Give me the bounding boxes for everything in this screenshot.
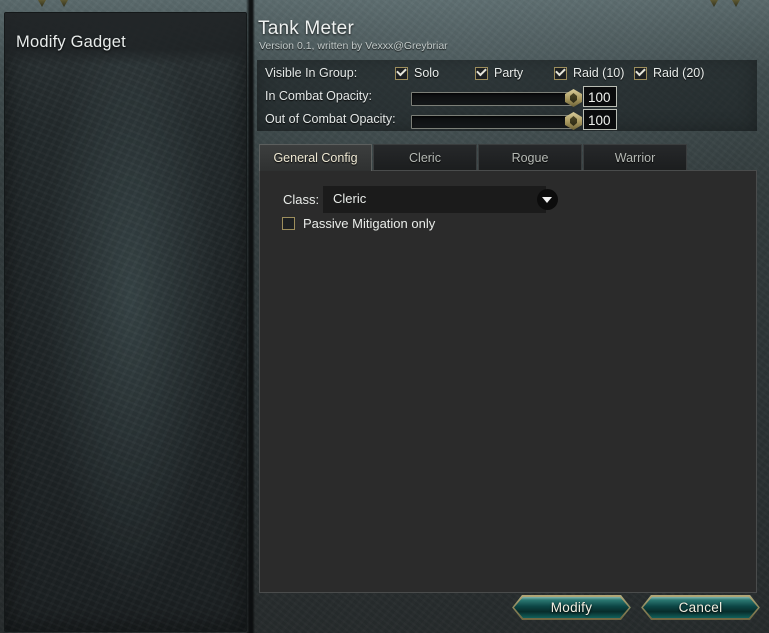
modify-gadget-window: Modify Gadget Tank Meter Version 0.1, wr… xyxy=(0,0,769,633)
checkbox-raid-10[interactable]: Raid (10) xyxy=(554,66,624,80)
gadget-config-pane: Tank Meter Version 0.1, written by Vexxx… xyxy=(255,0,769,633)
checkbox-passive-mitigation-label: Passive Mitigation only xyxy=(303,216,436,231)
in-combat-opacity-label: In Combat Opacity: xyxy=(265,89,372,103)
checkbox-party[interactable]: Party xyxy=(475,66,523,80)
class-dropdown[interactable]: Cleric xyxy=(323,186,558,213)
checkbox-passive-mitigation[interactable]: Passive Mitigation only xyxy=(282,216,435,231)
tab-content-general-config: Class: Cleric Passive Mitigation only xyxy=(259,170,757,593)
chevron-down-icon[interactable] xyxy=(537,189,558,210)
page-title: Modify Gadget xyxy=(16,33,126,51)
tab-rogue[interactable]: Rogue xyxy=(478,144,582,171)
cancel-button[interactable]: Cancel xyxy=(641,595,760,620)
tab-general-config[interactable]: General Config xyxy=(259,144,372,171)
out-of-combat-opacity-slider-handle[interactable] xyxy=(565,112,582,130)
checkbox-solo[interactable]: Solo xyxy=(395,66,439,80)
modify-button-label: Modify xyxy=(550,600,593,615)
in-combat-opacity-value[interactable]: 100 xyxy=(583,86,617,107)
class-label: Class: xyxy=(283,192,320,207)
checkbox-raid-20-box[interactable] xyxy=(634,66,647,80)
out-of-combat-opacity-value[interactable]: 100 xyxy=(583,109,617,130)
checkbox-raid-10-label: Raid (10) xyxy=(573,66,625,80)
checkbox-passive-mitigation-box[interactable] xyxy=(282,217,295,230)
checkbox-solo-label: Solo xyxy=(414,66,440,80)
modify-button[interactable]: Modify xyxy=(512,595,631,620)
gadget-list-panel[interactable]: Modify Gadget xyxy=(4,12,247,632)
checkbox-party-label: Party xyxy=(494,66,524,80)
cancel-button-label: Cancel xyxy=(678,600,723,615)
in-combat-opacity-slider[interactable] xyxy=(411,89,582,107)
checkbox-raid-20-label: Raid (20) xyxy=(653,66,705,80)
addon-version: Version 0.1, written by Vexxx@Greybriar xyxy=(259,40,448,52)
in-combat-opacity-slider-handle[interactable] xyxy=(565,89,582,107)
checkbox-raid-20[interactable]: Raid (20) xyxy=(634,66,704,80)
out-of-combat-opacity-label: Out of Combat Opacity: xyxy=(265,112,396,126)
checkbox-solo-box[interactable] xyxy=(395,66,408,80)
ornament-icon xyxy=(56,0,72,7)
visible-in-group-label: Visible In Group: xyxy=(265,66,358,80)
visible-in-group-row: Visible In Group: Solo Party Raid (10) R… xyxy=(257,63,757,86)
panel-divider xyxy=(246,0,255,633)
checkbox-raid-10-box[interactable] xyxy=(554,66,567,80)
checkbox-party-box[interactable] xyxy=(475,66,488,80)
out-of-combat-opacity-row: Out of Combat Opacity: 100 xyxy=(257,109,757,132)
class-dropdown-value: Cleric xyxy=(333,191,367,206)
addon-title: Tank Meter xyxy=(258,18,354,39)
ornament-icon xyxy=(34,0,50,7)
global-settings-box: Visible In Group: Solo Party Raid (10) R… xyxy=(257,60,757,131)
tab-cleric[interactable]: Cleric xyxy=(373,144,477,171)
in-combat-opacity-row: In Combat Opacity: 100 xyxy=(257,86,757,109)
out-of-combat-opacity-slider[interactable] xyxy=(411,112,582,130)
tab-warrior[interactable]: Warrior xyxy=(583,144,687,171)
